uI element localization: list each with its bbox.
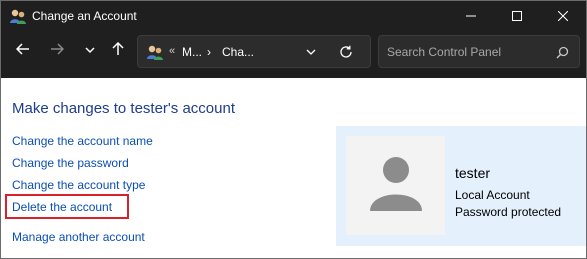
navigation-bar: « M... › Cha... [1,32,586,78]
address-dropdown-button[interactable] [303,44,319,60]
page-title: Make changes to tester's account [12,100,235,117]
minimize-icon [466,8,476,26]
maximize-icon [512,8,522,26]
refresh-icon[interactable] [337,43,355,61]
user-accounts-icon [9,8,27,25]
maximize-button[interactable] [494,1,540,32]
up-button[interactable] [105,38,131,64]
account-type: Local Account [455,188,530,202]
change-password-link[interactable]: Change the password [12,156,129,170]
account-password-status: Password protected [455,205,562,219]
search-input[interactable] [387,43,547,61]
address-bar[interactable]: « M... › Cha... [137,35,371,68]
forward-button[interactable] [44,38,70,64]
arrow-left-icon [15,42,30,61]
breadcrumb-overflow[interactable]: « [169,45,175,57]
breadcrumb-separator[interactable]: › [207,45,211,59]
arrow-right-icon [50,42,65,61]
search-icon[interactable] [554,44,570,60]
avatar [346,136,445,235]
manage-another-account-link[interactable]: Manage another account [12,230,145,244]
account-name: tester [455,165,491,181]
title-bar: Change an Account [1,1,586,32]
user-avatar-icon [366,153,426,218]
change-account-type-link[interactable]: Change the account type [12,178,145,192]
account-card: tester Local Account Password protected [336,126,586,246]
highlight-box [5,194,129,219]
back-button[interactable] [10,38,36,64]
recent-locations-button[interactable] [77,38,103,64]
user-accounts-icon [146,44,164,61]
breadcrumb-segment-1[interactable]: M... [182,45,202,59]
content-area: Make changes to tester's account Change … [1,78,586,258]
arrow-up-icon [111,41,125,61]
window-title: Change an Account [32,9,137,23]
breadcrumb-segment-2[interactable]: Cha... [222,45,254,59]
minimize-button[interactable] [448,1,494,32]
search-box[interactable] [378,35,580,68]
change-account-name-link[interactable]: Change the account name [12,134,153,148]
chevron-down-icon [85,42,95,60]
close-button[interactable] [540,1,586,32]
change-account-window: Change an Account « M... › Cha... Search… [0,0,587,259]
close-icon [557,8,569,26]
